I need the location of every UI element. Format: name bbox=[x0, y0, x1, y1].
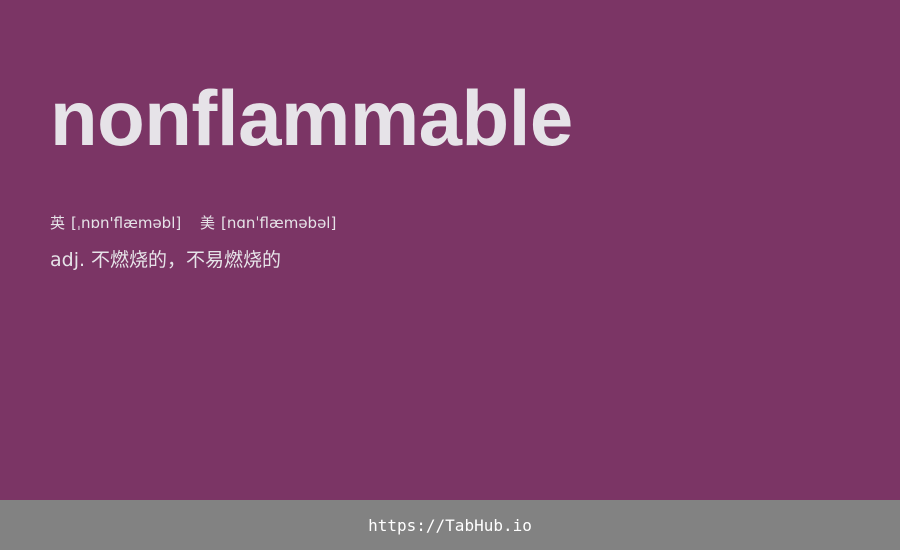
ipa-uk: [ˌnɒn'flæməbl] bbox=[71, 214, 182, 232]
ipa-us: [nɑnˈflæməbəl] bbox=[221, 214, 337, 232]
word-card: nonflammable 英 [ˌnɒn'flæməbl] 美 [nɑnˈflæmə… bbox=[0, 0, 900, 500]
pronunciation-row: 英 [ˌnɒn'flæməbl] 美 [nɑnˈflæməbəl] bbox=[50, 212, 350, 234]
part-of-speech: adj. bbox=[50, 249, 86, 271]
footer-bar: https://TabHub.io bbox=[0, 500, 900, 550]
definition: adj. 不燃烧的，不易燃烧的 bbox=[50, 246, 281, 274]
region-label-uk: 英 bbox=[50, 214, 66, 232]
tabhub-link[interactable]: https://TabHub.io bbox=[368, 516, 532, 535]
pronunciation-us: 美 [nɑnˈflæməbəl] bbox=[200, 212, 336, 234]
headword: nonflammable bbox=[50, 74, 573, 162]
pronunciation-uk: 英 [ˌnɒn'flæməbl] bbox=[50, 212, 181, 234]
region-label-us: 美 bbox=[200, 214, 216, 232]
meaning: 不燃烧的，不易燃烧的 bbox=[91, 249, 282, 271]
